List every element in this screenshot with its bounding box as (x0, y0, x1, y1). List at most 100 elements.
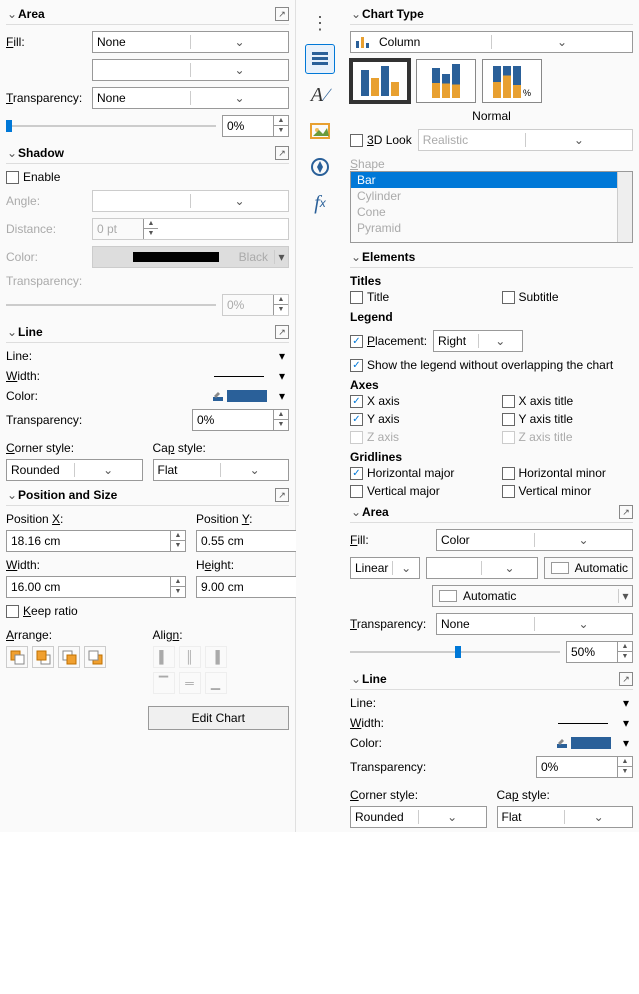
vminor-check[interactable]: Vertical minor (502, 484, 634, 498)
section-charttype[interactable]: ⌄ Chart Type (350, 4, 633, 25)
charttype-combo[interactable]: Column ⌄ (350, 31, 633, 53)
posx-label: Position X: (6, 512, 186, 526)
xtitle-check[interactable]: X axis title (502, 394, 634, 408)
trans-slider[interactable] (6, 117, 216, 135)
more-options-icon[interactable]: ↗ (275, 146, 289, 160)
trans-combo[interactable]: None⌄ (92, 87, 289, 109)
spin-down[interactable]: ▼ (274, 126, 288, 136)
title-check[interactable]: Title (350, 290, 482, 304)
trans-slider-r[interactable] (350, 643, 560, 661)
chevron-down-icon: ⌄ (350, 7, 362, 21)
line-width-r[interactable] (553, 716, 613, 730)
more-options-icon[interactable]: ↗ (275, 325, 289, 339)
line-style-r[interactable] (553, 696, 613, 710)
chevron-down-icon: ⌄ (6, 146, 18, 160)
line-trans-spin[interactable]: ▲▼ (192, 409, 289, 431)
shape-cone[interactable]: Cone (351, 204, 632, 220)
section-position[interactable]: ⌄ Position and Size ↗ (6, 485, 289, 506)
menu-icon[interactable]: ⋮ (305, 8, 335, 38)
placement-check[interactable]: ✓Placement: (350, 334, 427, 348)
chevron-down-icon[interactable]: ▾ (275, 349, 289, 363)
trans-combo-r[interactable]: None⌄ (436, 613, 633, 635)
send-backward-icon[interactable] (58, 646, 80, 668)
line-style-combo[interactable] (209, 349, 269, 363)
edit-chart-button[interactable]: Edit Chart (148, 706, 290, 730)
trans-spin-r[interactable]: ▲▼ (566, 641, 633, 663)
subtype-normal[interactable] (350, 59, 410, 103)
align-middle-icon: ═ (179, 672, 201, 694)
fill-combo-r[interactable]: Color⌄ (436, 529, 633, 551)
bring-front-icon[interactable] (6, 646, 28, 668)
bring-forward-icon[interactable] (32, 646, 54, 668)
shape-list[interactable]: Bar Cylinder Cone Pyramid ▲▼ (350, 171, 633, 243)
more-options-icon[interactable]: ↗ (275, 488, 289, 502)
styles-icon[interactable]: A╱ (305, 80, 335, 110)
area-title: Area (18, 7, 275, 21)
shape-cylinder[interactable]: Cylinder (351, 188, 632, 204)
cap-combo[interactable]: Flat⌄ (153, 459, 290, 481)
chevron-down-icon[interactable]: ▾ (275, 389, 289, 403)
keep-ratio[interactable]: Keep ratio (6, 604, 289, 618)
trans-spin[interactable]: ▲▼ (222, 115, 289, 137)
functions-icon[interactable]: fx (305, 188, 335, 218)
corner-combo[interactable]: Rounded⌄ (6, 459, 143, 481)
spin-up[interactable]: ▲ (274, 116, 288, 126)
scrollbar[interactable]: ▲▼ (617, 172, 632, 242)
shadow-slider (6, 296, 216, 314)
line-title-r: Line (362, 672, 619, 686)
show-legend-check[interactable]: ✓Show the legend without overlapping the… (350, 358, 633, 372)
chevron-down-icon: ⌄ (350, 672, 362, 686)
fill-secondary[interactable]: ⌄ (92, 59, 289, 81)
subtitle-check[interactable]: Subtitle (502, 290, 634, 304)
posx-spin[interactable]: ▲▼ (6, 530, 186, 552)
ytitle-check[interactable]: Y axis title (502, 412, 634, 426)
placement-combo[interactable]: Right⌄ (433, 330, 523, 352)
send-back-icon[interactable] (84, 646, 106, 668)
more-options-icon[interactable]: ↗ (275, 7, 289, 21)
line-trans-spin-r[interactable]: ▲▼ (536, 756, 633, 778)
line-width-combo[interactable] (209, 369, 269, 383)
chevron-down-icon[interactable]: ▾ (275, 369, 289, 383)
section-line-r[interactable]: ⌄ Line ↗ (350, 669, 633, 690)
fill-combo[interactable]: None⌄ (92, 31, 289, 53)
auto-color2[interactable]: Automatic▾ (432, 585, 633, 607)
line-trans-label-r: Transparency: (350, 760, 430, 774)
properties-icon[interactable] (305, 44, 335, 74)
subtype-percent[interactable]: % (482, 59, 542, 103)
section-shadow[interactable]: ⌄ Shadow ↗ (6, 143, 289, 164)
color1-combo[interactable]: ⌄ (426, 557, 538, 579)
line-color-combo[interactable] (209, 389, 269, 403)
hmajor-check[interactable]: ✓Horizontal major (350, 466, 482, 480)
chevron-down-icon: ⌄ (6, 7, 18, 21)
yaxis-check[interactable]: ✓Y axis (350, 412, 482, 426)
ztitle-check: Z axis title (502, 430, 634, 444)
shape-pyramid[interactable]: Pyramid (351, 220, 632, 236)
xaxis-check[interactable]: ✓X axis (350, 394, 482, 408)
vmajor-check[interactable]: Vertical major (350, 484, 482, 498)
section-line[interactable]: ⌄ Line ↗ (6, 322, 289, 343)
fill-label: Fill: (6, 35, 86, 49)
more-options-icon[interactable]: ↗ (619, 505, 633, 519)
line-style-label-r: Line: (350, 696, 430, 710)
navigator-icon[interactable] (305, 152, 335, 182)
corner-combo-r[interactable]: Rounded⌄ (350, 806, 487, 828)
hminor-check[interactable]: Horizontal minor (502, 466, 634, 480)
line-color-r[interactable] (553, 736, 613, 750)
fill-value: None (93, 35, 190, 49)
auto-color1[interactable]: Automatic (544, 557, 633, 579)
chevron-down-icon: ⌄ (6, 325, 18, 339)
more-options-icon[interactable]: ↗ (619, 672, 633, 686)
section-area[interactable]: ⌄ Area ↗ (6, 4, 289, 25)
section-elements[interactable]: ⌄ Elements (350, 247, 633, 268)
shape-bar[interactable]: Bar (351, 172, 632, 188)
3dlook-check[interactable]: 3D Look (350, 133, 412, 147)
section-area-r[interactable]: ⌄ Area ↗ (350, 502, 633, 523)
subtype-stacked[interactable] (416, 59, 476, 103)
width-label: Width: (6, 558, 186, 572)
cap-combo-r[interactable]: Flat⌄ (497, 806, 634, 828)
enable-shadow[interactable]: Enable (6, 170, 289, 184)
width-spin[interactable]: ▲▼ (6, 576, 186, 598)
gallery-icon[interactable] (305, 116, 335, 146)
axes-label: Axes (350, 378, 633, 392)
gradient-combo[interactable]: Linear⌄ (350, 557, 420, 579)
